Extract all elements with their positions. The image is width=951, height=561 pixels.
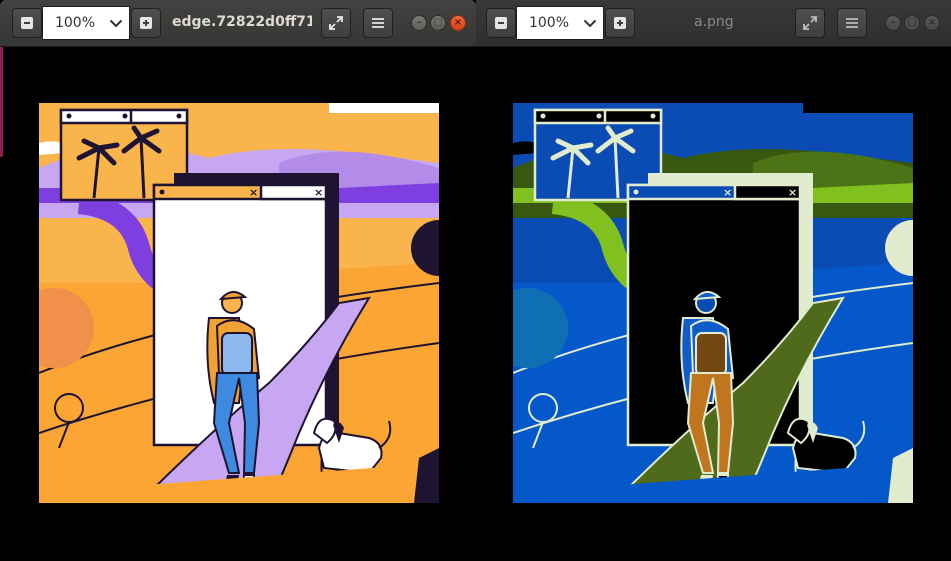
maximize-icon: □: [907, 17, 917, 28]
zoom-out-button[interactable]: [12, 8, 42, 38]
plus-icon: [614, 17, 626, 29]
zoom-value: 100%: [54, 15, 96, 31]
desktop-edge: [0, 47, 3, 157]
close-icon: ×: [453, 17, 463, 28]
svg-text:×: ×: [314, 186, 323, 199]
image-canvas[interactable]: × ×: [476, 47, 951, 561]
illustration-inverted: × ×: [513, 103, 913, 503]
image-canvas[interactable]: × ×: [0, 47, 476, 561]
minimize-icon: –: [890, 17, 896, 28]
close-icon: ×: [927, 17, 937, 28]
window-title: edge.72822d0ff71...: [172, 14, 312, 30]
fullscreen-button[interactable]: [795, 8, 825, 38]
maximize-button[interactable]: □: [430, 15, 446, 31]
expand-icon: [803, 16, 817, 30]
hamburger-icon: [372, 18, 384, 28]
zoom-selector[interactable]: 100%: [516, 6, 604, 40]
header-bar: 100% edge.72822d0ff71... – □ ×: [0, 0, 476, 47]
minimize-button[interactable]: –: [411, 15, 427, 31]
minimize-button[interactable]: –: [885, 15, 901, 31]
viewer-window-right: 100% a.png – □ × × ×: [476, 0, 951, 561]
hamburger-icon: [846, 18, 858, 28]
svg-text:×: ×: [249, 186, 258, 199]
minimize-icon: –: [416, 17, 422, 28]
menu-button[interactable]: [363, 8, 393, 38]
window-title: a.png: [694, 14, 734, 30]
maximize-button[interactable]: □: [904, 15, 920, 31]
maximize-icon: □: [433, 17, 443, 28]
chevron-down-icon[interactable]: [577, 19, 603, 28]
svg-text:×: ×: [788, 186, 797, 199]
minus-icon: [21, 17, 33, 29]
plus-icon: [140, 17, 152, 29]
header-bar: 100% a.png – □ ×: [476, 0, 951, 47]
close-button[interactable]: ×: [450, 15, 466, 31]
zoom-out-button[interactable]: [486, 8, 516, 38]
fullscreen-button[interactable]: [321, 8, 351, 38]
zoom-in-button[interactable]: [131, 8, 161, 38]
illustration-original: × ×: [39, 103, 439, 503]
zoom-in-button[interactable]: [605, 8, 635, 38]
zoom-value: 100%: [528, 15, 570, 31]
viewer-window-left: 100% edge.72822d0ff71... – □ ×: [0, 0, 476, 561]
svg-text:×: ×: [723, 186, 732, 199]
close-button[interactable]: ×: [924, 15, 940, 31]
chevron-down-icon[interactable]: [103, 19, 129, 28]
expand-icon: [329, 16, 343, 30]
zoom-selector[interactable]: 100%: [42, 6, 130, 40]
minus-icon: [495, 17, 507, 29]
menu-button[interactable]: [837, 8, 867, 38]
